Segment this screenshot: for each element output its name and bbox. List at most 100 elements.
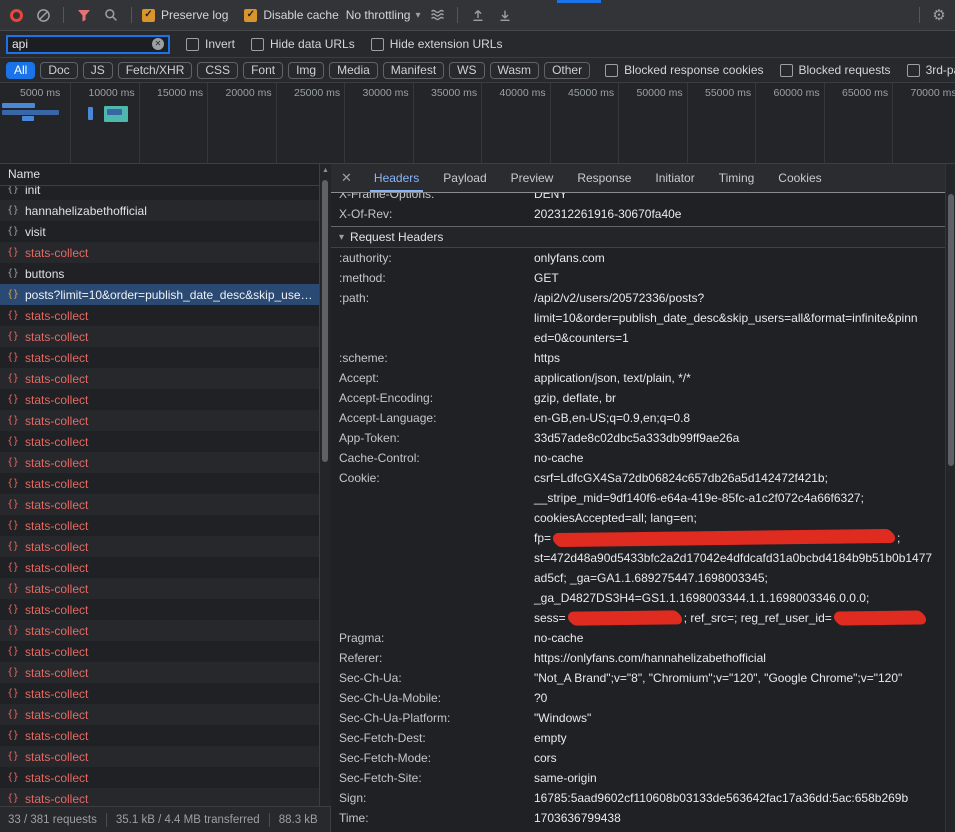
checkbox-3rd-party-requests[interactable]: 3rd-party requests — [907, 63, 955, 77]
filter-toggle-button[interactable] — [74, 5, 94, 25]
filter-chip-all[interactable]: All — [6, 62, 35, 79]
request-row[interactable]: {}stats-collect — [0, 746, 319, 767]
status-item: 33 / 381 requests — [8, 814, 97, 826]
tab-timing[interactable]: Timing — [707, 164, 767, 192]
filter-chip-img[interactable]: Img — [288, 62, 324, 79]
request-row[interactable]: {}stats-collect — [0, 347, 319, 368]
request-list-scrollbar[interactable]: ▲ — [320, 164, 331, 806]
request-row[interactable]: {}stats-collect — [0, 599, 319, 620]
scrollbar-thumb[interactable] — [948, 194, 954, 466]
header-value: https — [534, 348, 935, 368]
request-row[interactable]: {}stats-collect — [0, 725, 319, 746]
filter-chip-ws[interactable]: WS — [449, 62, 484, 79]
header-name: Accept-Language: — [339, 408, 534, 428]
import-har-icon — [471, 8, 485, 22]
request-row[interactable]: {}stats-collect — [0, 557, 319, 578]
tab-headers[interactable]: Headers — [362, 164, 431, 192]
filter-chip-manifest[interactable]: Manifest — [383, 62, 444, 79]
clear-button[interactable] — [33, 5, 53, 25]
request-row[interactable]: {}stats-collect — [0, 704, 319, 725]
checkbox-preserve-log-box[interactable]: ✓ — [142, 9, 155, 22]
checkbox-blocked-response-cookies-box[interactable] — [605, 64, 618, 77]
filter-chip-wasm[interactable]: Wasm — [490, 62, 540, 79]
settings-button[interactable]: ⚙ — [929, 5, 949, 25]
request-headers-section-header[interactable]: ▾Request Headers — [331, 226, 945, 248]
request-row[interactable]: {}visit — [0, 221, 319, 242]
waterfall-overview[interactable]: 5000 ms10000 ms15000 ms20000 ms25000 ms3… — [0, 83, 955, 164]
checkbox-hide-data-urls[interactable]: Hide data URLs — [251, 37, 355, 51]
tab-cookies[interactable]: Cookies — [766, 164, 833, 192]
request-row[interactable]: {}stats-collect — [0, 578, 319, 599]
checkbox-blocked-response-cookies[interactable]: Blocked response cookies — [605, 63, 763, 77]
request-row[interactable]: {}stats-collect — [0, 473, 319, 494]
checkbox-hide-data-urls-box[interactable] — [251, 38, 264, 51]
filter-chip-other[interactable]: Other — [544, 62, 590, 79]
request-row[interactable]: {}stats-collect — [0, 389, 319, 410]
header-name: :authority: — [339, 248, 534, 268]
clear-filter-icon[interactable]: ✕ — [152, 38, 164, 50]
export-har-button[interactable] — [495, 5, 515, 25]
checkbox-blocked-requests-box[interactable] — [780, 64, 793, 77]
filter-chip-font[interactable]: Font — [243, 62, 283, 79]
network-conditions-button[interactable] — [427, 5, 447, 25]
name-column-header[interactable]: Name — [0, 164, 319, 186]
request-row[interactable]: {}stats-collect — [0, 536, 319, 557]
request-row[interactable]: {}stats-collect — [0, 515, 319, 536]
request-type-icon: {} — [6, 457, 20, 468]
status-item: 35.1 kB / 4.4 MB transferred — [116, 814, 260, 826]
close-icon[interactable]: ✕ — [335, 170, 362, 186]
header-name: Cookie: — [339, 468, 534, 628]
request-row[interactable]: {}buttons — [0, 263, 319, 284]
record-button[interactable] — [6, 5, 26, 25]
checkbox-preserve-log[interactable]: ✓Preserve log — [142, 8, 228, 22]
checkbox-hide-extension-urls-box[interactable] — [371, 38, 384, 51]
scroll-up-icon[interactable]: ▲ — [320, 167, 331, 174]
request-row[interactable]: {}stats-collect — [0, 683, 319, 704]
scrollbar-thumb[interactable] — [322, 180, 328, 462]
filter-input[interactable] — [12, 37, 148, 51]
request-row[interactable]: {}stats-collect — [0, 452, 319, 473]
filter-chip-media[interactable]: Media — [329, 62, 378, 79]
status-item: 88.3 kB — [279, 814, 318, 826]
import-har-button[interactable] — [468, 5, 488, 25]
checkbox-invert[interactable]: Invert — [186, 37, 235, 51]
request-row[interactable]: {}stats-collect — [0, 767, 319, 788]
checkbox-disable-cache-label: Disable cache — [263, 8, 338, 22]
tab-initiator[interactable]: Initiator — [643, 164, 706, 192]
search-button[interactable] — [101, 5, 121, 25]
timeline-gridline — [413, 83, 414, 163]
checkbox-blocked-requests[interactable]: Blocked requests — [780, 63, 891, 77]
details-scrollbar[interactable] — [945, 164, 955, 832]
header-value: onlyfans.com — [534, 248, 935, 268]
request-row[interactable]: {}stats-collect — [0, 788, 319, 806]
section-title: Request Headers — [350, 227, 443, 248]
checkbox-disable-cache-box[interactable]: ✓ — [244, 9, 257, 22]
request-row[interactable]: {}stats-collect — [0, 242, 319, 263]
request-row[interactable]: {}stats-collect — [0, 368, 319, 389]
request-row[interactable]: {}stats-collect — [0, 494, 319, 515]
checkbox-3rd-party-requests-box[interactable] — [907, 64, 920, 77]
filter-chip-js[interactable]: JS — [83, 62, 113, 79]
filter-chip-fetch-xhr[interactable]: Fetch/XHR — [118, 62, 193, 79]
request-row[interactable]: {}stats-collect — [0, 662, 319, 683]
request-row[interactable]: {}stats-collect — [0, 641, 319, 662]
checkbox-hide-extension-urls[interactable]: Hide extension URLs — [371, 37, 503, 51]
request-row[interactable]: {}stats-collect — [0, 410, 319, 431]
tab-payload[interactable]: Payload — [431, 164, 498, 192]
checkbox-disable-cache[interactable]: ✓ Disable cache — [244, 8, 338, 22]
request-row[interactable]: {}stats-collect — [0, 305, 319, 326]
checkbox-invert-box[interactable] — [186, 38, 199, 51]
request-row[interactable]: {}stats-collect — [0, 620, 319, 641]
tab-response[interactable]: Response — [565, 164, 643, 192]
request-row[interactable]: {}init — [0, 186, 319, 200]
filter-chip-doc[interactable]: Doc — [40, 62, 77, 79]
header-name: App-Token: — [339, 428, 534, 448]
filter-chip-css[interactable]: CSS — [197, 62, 238, 79]
throttling-select[interactable]: No throttling ▾ — [346, 8, 421, 22]
request-row[interactable]: {}hannahelizabethofficial — [0, 200, 319, 221]
header-value-line: __stripe_mid=9df140f6-e64a-419e-85fc-a1c… — [534, 488, 935, 508]
request-row[interactable]: {}stats-collect — [0, 326, 319, 347]
request-row[interactable]: {}posts?limit=10&order=publish_date_desc… — [0, 284, 319, 305]
request-row[interactable]: {}stats-collect — [0, 431, 319, 452]
tab-preview[interactable]: Preview — [499, 164, 566, 192]
